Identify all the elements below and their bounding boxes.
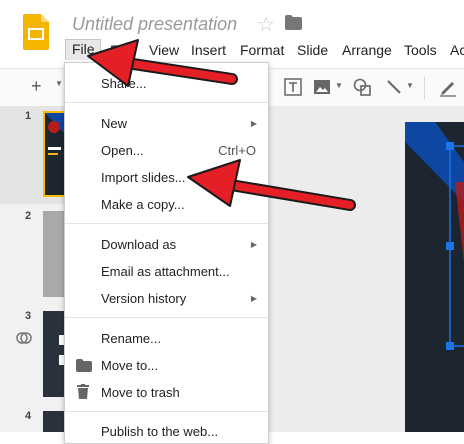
menu-tools[interactable]: Tools bbox=[404, 42, 437, 58]
submenu-arrow-icon: ▶ bbox=[250, 119, 257, 128]
trash-icon bbox=[77, 384, 89, 399]
slide-thumbnail-3[interactable] bbox=[43, 311, 66, 397]
image-icon[interactable] bbox=[313, 78, 331, 96]
submenu-arrow-icon: ▶ bbox=[250, 294, 257, 303]
add-dropdown-icon[interactable]: ▼ bbox=[55, 79, 63, 88]
image-dropdown-icon[interactable]: ▼ bbox=[335, 81, 343, 90]
text-box-icon[interactable] bbox=[284, 78, 302, 96]
menu-item-open[interactable]: Open... bbox=[101, 143, 144, 158]
menubar: File Edit View Insert Format Slide Arran… bbox=[65, 39, 464, 62]
menu-format[interactable]: Format bbox=[240, 42, 284, 58]
menu-item-download-as[interactable]: Download as bbox=[101, 237, 176, 252]
slide-number-1: 1 bbox=[25, 110, 32, 122]
line-icon[interactable] bbox=[385, 78, 403, 96]
menu-item-move-to-trash[interactable]: Move to trash bbox=[101, 385, 180, 400]
menu-item-make-copy[interactable]: Make a copy... bbox=[101, 197, 185, 212]
folder-icon bbox=[76, 359, 92, 372]
line-dropdown-icon[interactable]: ▼ bbox=[406, 81, 414, 90]
slide-number-3: 3 bbox=[25, 310, 32, 322]
toolbar-separator bbox=[424, 77, 425, 99]
menu-item-share[interactable]: Share... bbox=[101, 76, 147, 91]
shape-icon[interactable] bbox=[353, 78, 372, 96]
menu-item-new[interactable]: New bbox=[101, 116, 127, 131]
slide-number-4: 4 bbox=[25, 410, 32, 422]
menu-slide[interactable]: Slide bbox=[297, 42, 328, 58]
menu-separator bbox=[65, 317, 268, 318]
pen-icon[interactable] bbox=[439, 77, 457, 97]
file-menu-dropdown: Share... New ▶ Open... Ctrl+O Import sli… bbox=[64, 62, 269, 444]
menu-file[interactable]: File bbox=[65, 39, 101, 60]
menu-item-version-history[interactable]: Version history bbox=[101, 291, 186, 306]
menu-arrange[interactable]: Arrange bbox=[342, 42, 392, 58]
slide-thumbnail-4[interactable] bbox=[43, 411, 66, 432]
slides-logo-icon[interactable] bbox=[23, 14, 49, 50]
menu-item-email-attachment[interactable]: Email as attachment... bbox=[101, 264, 230, 279]
slide-number-2: 2 bbox=[25, 210, 32, 222]
open-shortcut: Ctrl+O bbox=[218, 143, 256, 158]
slide-thumbnail-1[interactable] bbox=[43, 111, 66, 197]
presentation-title[interactable]: Untitled presentation bbox=[72, 14, 237, 35]
menu-separator bbox=[65, 223, 268, 224]
star-icon[interactable]: ☆ bbox=[257, 12, 275, 37]
menu-edit[interactable]: Edit bbox=[110, 42, 134, 58]
folder-icon[interactable] bbox=[285, 15, 302, 30]
slide-thumbnail-2[interactable] bbox=[43, 211, 66, 297]
menu-item-import-slides[interactable]: Import slides... bbox=[101, 170, 186, 185]
menu-view[interactable]: View bbox=[149, 42, 179, 58]
menu-separator bbox=[65, 411, 268, 412]
menu-separator bbox=[65, 102, 268, 103]
menu-item-rename[interactable]: Rename... bbox=[101, 331, 161, 346]
add-slide-button[interactable]: + bbox=[31, 76, 42, 97]
menu-insert[interactable]: Insert bbox=[191, 42, 226, 58]
menu-item-move-to[interactable]: Move to... bbox=[101, 358, 158, 373]
submenu-arrow-icon: ▶ bbox=[250, 240, 257, 249]
selection-box[interactable] bbox=[443, 140, 464, 352]
menu-addons[interactable]: Ac bbox=[450, 42, 464, 58]
link-icon bbox=[16, 332, 32, 344]
